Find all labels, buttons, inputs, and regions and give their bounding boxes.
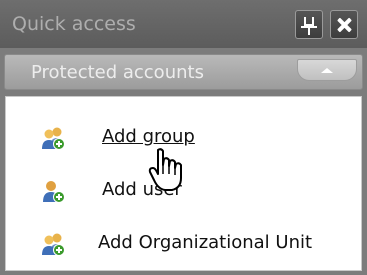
section-title: Protected accounts	[31, 62, 204, 83]
pin-button[interactable]	[295, 10, 323, 39]
section-header-protected-accounts[interactable]: Protected accounts	[4, 54, 363, 90]
panel-title: Quick access	[12, 13, 136, 35]
collapse-button[interactable]	[297, 59, 357, 81]
close-button[interactable]	[330, 10, 358, 39]
quick-access-panel: Quick access Protected accounts Add grou…	[0, 0, 367, 275]
ou-add-icon	[42, 233, 65, 256]
user-add-icon	[43, 181, 65, 203]
hand-pointer-cursor-icon	[148, 148, 182, 191]
add-ou-label: Add Organizational Unit	[98, 232, 313, 253]
add-group-label: Add group	[102, 126, 195, 147]
chevron-up-icon	[321, 68, 333, 73]
panel-title-bar: Quick access	[0, 0, 367, 48]
action-add-organizational-unit[interactable]: Add Organizational Unit	[6, 223, 361, 263]
group-add-icon	[42, 127, 65, 150]
